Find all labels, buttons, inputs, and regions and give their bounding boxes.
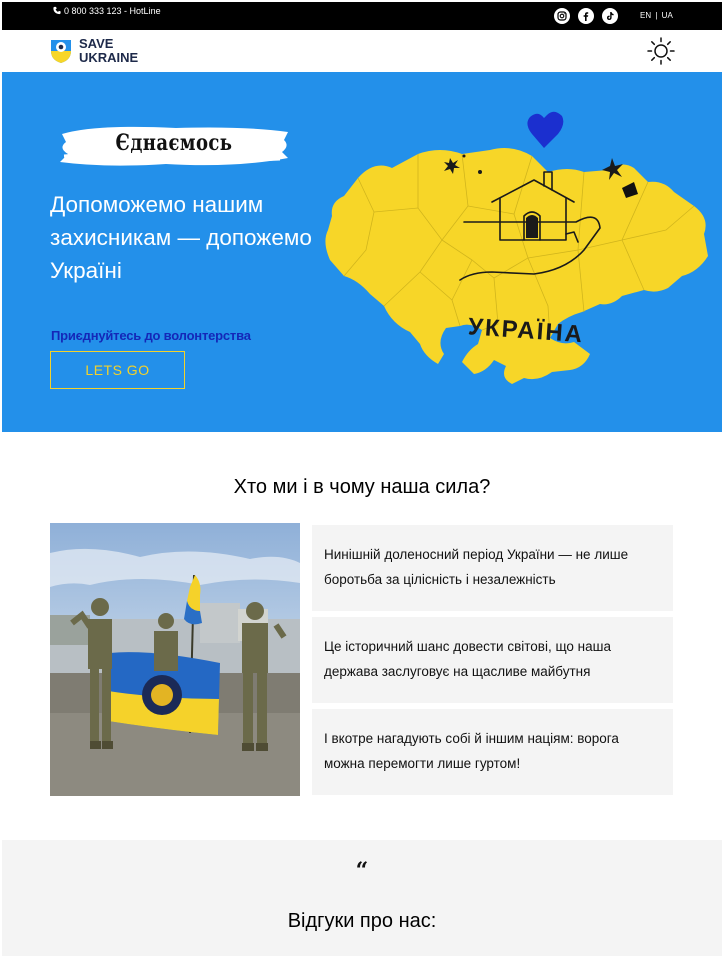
about-card-1: Нинішній доленосний період України — не … [312,525,673,611]
about-card-2-text: Це історичний шанс довести світові, що н… [324,639,611,679]
about-card-1-text: Нинішній доленосний період України — не … [324,547,629,587]
about-title: Хто ми і в чому наша сила? [233,476,491,498]
logo-icon[interactable] [50,38,72,64]
lang-ua[interactable]: UA [662,11,673,20]
logo-text[interactable]: SAVE UKRAINE [79,37,138,65]
sun-icon[interactable] [646,36,676,66]
hero-banner: Єднаємось Допоможемо нашим захисникам — … [2,72,722,432]
reviews-section: “ Відгуки про нас: [2,840,722,956]
hotline-link[interactable]: 0 800 333 123 - HotLine [52,6,162,16]
lang-en[interactable]: EN [640,11,651,20]
quote-icon: “ [355,858,369,884]
phone-icon [53,6,61,15]
hero-badge: Єднаємось [115,130,233,156]
ukraine-map-illustration: УКРАЇНА [325,111,708,384]
lang-divider: | [655,11,658,20]
top-bar: 0 800 333 123 - HotLine EN | UA [2,2,722,30]
logo-line-2: UKRAINE [79,50,139,65]
facebook-icon[interactable] [578,8,594,24]
about-card-3-text: І вкотре нагадують собі й іншим націям: … [324,731,619,771]
tiktok-icon[interactable] [602,8,618,24]
hero-title: Допоможемо нашим захисникам — допожемо У… [50,192,312,283]
site-header: SAVE UKRAINE [2,30,722,72]
about-card-3: І вкотре нагадують собі й іншим націям: … [312,709,673,795]
about-card-2: Це історичний шанс довести світові, що н… [312,617,673,703]
instagram-icon[interactable] [554,8,570,24]
soldiers-with-flag-photo [50,523,300,796]
language-switcher: EN | UA [639,11,674,20]
reviews-title: Відгуки про нас: [287,910,437,932]
hotline-text: 0 800 333 123 - HotLine [64,6,161,16]
logo-line-1: SAVE [79,36,114,51]
hero-subtitle[interactable]: Приєднуйтесь до волонтерства [51,328,251,343]
lets-go-button[interactable]: LETS GO [50,351,185,389]
